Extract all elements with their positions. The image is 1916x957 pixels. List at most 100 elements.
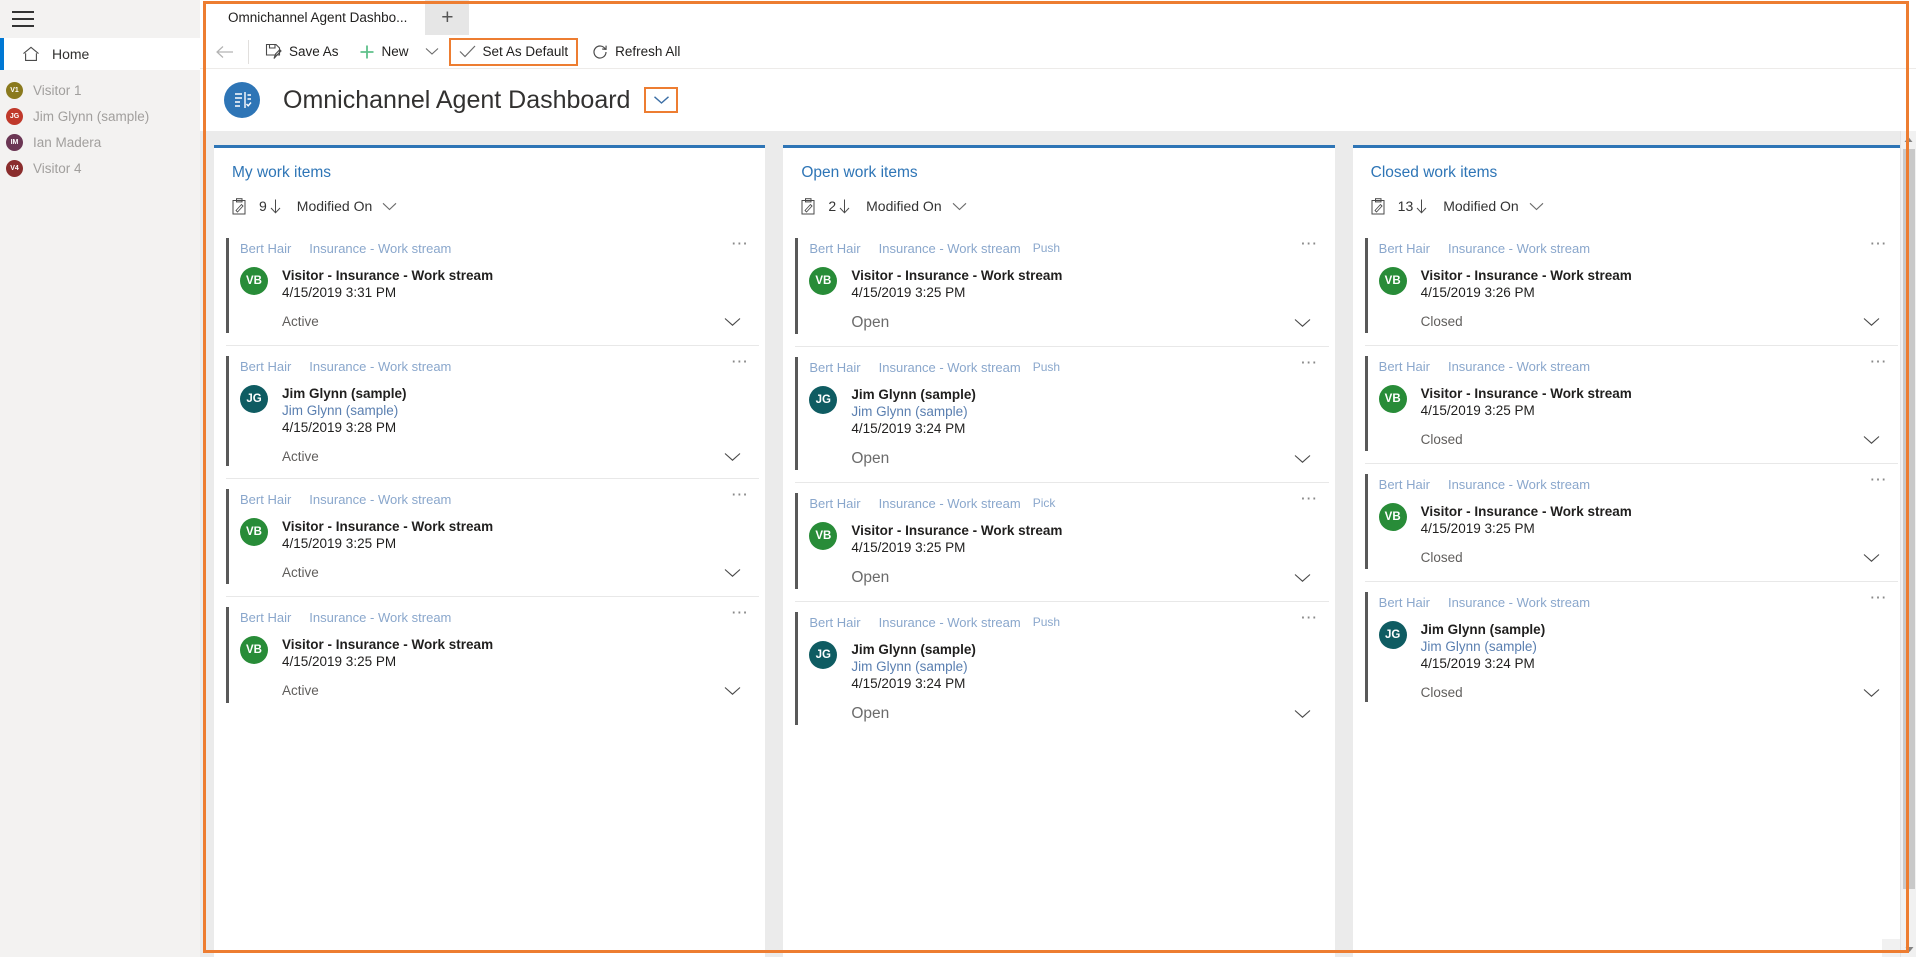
sort-field-label: Modified On bbox=[297, 198, 372, 214]
tab-omnichannel-agent-dashboard[interactable]: Omnichannel Agent Dashbo... bbox=[210, 0, 425, 35]
card-owner[interactable]: Bert Hair bbox=[1379, 477, 1430, 492]
card-subtitle[interactable]: Jim Glynn (sample) bbox=[282, 402, 407, 419]
sidebar-persona-item[interactable]: IMIan Madera bbox=[0, 129, 200, 155]
card-owner[interactable]: Bert Hair bbox=[809, 615, 860, 630]
card-body: JGJim Glynn (sample)Jim Glynn (sample)4/… bbox=[240, 385, 747, 436]
arrow-down-icon[interactable] bbox=[1416, 199, 1427, 214]
card-expand-chevron-icon[interactable] bbox=[724, 568, 747, 578]
card-workstream[interactable]: Insurance - Work stream bbox=[309, 359, 451, 374]
card-title: Visitor - Insurance - Work stream bbox=[282, 518, 493, 535]
card-workstream[interactable]: Insurance - Work stream bbox=[309, 610, 451, 625]
card-expand-chevron-icon[interactable] bbox=[1294, 709, 1317, 719]
scroll-up-arrow-icon[interactable] bbox=[1901, 131, 1916, 147]
scroll-down-arrow-icon[interactable] bbox=[1901, 941, 1916, 957]
vertical-scrollbar[interactable] bbox=[1900, 131, 1916, 957]
chevron-down-icon[interactable] bbox=[952, 202, 967, 211]
status-badge: Open bbox=[851, 314, 889, 332]
card-owner[interactable]: Bert Hair bbox=[240, 359, 291, 374]
card-more-options-icon[interactable]: ⋯ bbox=[731, 356, 750, 368]
card-subtitle[interactable]: Jim Glynn (sample) bbox=[851, 658, 976, 675]
arrow-down-icon[interactable] bbox=[839, 199, 850, 214]
card-more-options-icon[interactable]: ⋯ bbox=[1300, 493, 1319, 505]
sidebar-persona-item[interactable]: V4Visitor 4 bbox=[0, 155, 200, 181]
card-owner[interactable]: Bert Hair bbox=[809, 241, 860, 256]
work-item-card[interactable]: Bert HairInsurance - Work streamPush⋯JGJ… bbox=[795, 347, 1328, 483]
card-subtitle[interactable]: Jim Glynn (sample) bbox=[1421, 638, 1546, 655]
card-expand-chevron-icon[interactable] bbox=[1863, 435, 1886, 445]
dashboard-selector-button[interactable] bbox=[644, 87, 678, 113]
arrow-down-icon[interactable] bbox=[270, 199, 281, 214]
page-title: Omnichannel Agent Dashboard bbox=[283, 86, 630, 115]
back-button[interactable] bbox=[208, 35, 242, 69]
card-expand-chevron-icon[interactable] bbox=[724, 452, 747, 462]
set-as-default-button[interactable]: Set As Default bbox=[449, 38, 579, 66]
card-workstream[interactable]: Insurance - Work stream bbox=[1448, 359, 1590, 374]
work-item-card[interactable]: Bert HairInsurance - Work stream⋯JGJim G… bbox=[1365, 582, 1898, 714]
card-owner[interactable]: Bert Hair bbox=[809, 360, 860, 375]
sidebar-persona-item[interactable]: V1Visitor 1 bbox=[0, 77, 200, 103]
sidebar-item-home[interactable]: Home bbox=[0, 38, 200, 70]
card-header: Bert Hair Insurance - Work stream bbox=[1379, 476, 1886, 492]
work-item-card[interactable]: Bert HairInsurance - Work stream⋯VBVisit… bbox=[1365, 228, 1898, 346]
hamburger-icon[interactable] bbox=[12, 11, 34, 27]
card-more-options-icon[interactable]: ⋯ bbox=[731, 238, 750, 250]
card-expand-chevron-icon[interactable] bbox=[1294, 318, 1317, 328]
card-expand-chevron-icon[interactable] bbox=[1863, 553, 1886, 563]
card-workstream[interactable]: Insurance - Work stream bbox=[879, 241, 1021, 256]
card-expand-chevron-icon[interactable] bbox=[1863, 688, 1886, 698]
new-tab-button[interactable]: + bbox=[425, 0, 469, 35]
column-header: My work items9Modified On bbox=[214, 148, 765, 218]
application-window: Home V1Visitor 1JGJim Glynn (sample)IMIa… bbox=[0, 0, 1916, 957]
refresh-all-button[interactable]: Refresh All bbox=[582, 35, 690, 69]
card-more-options-icon[interactable]: ⋯ bbox=[1869, 356, 1888, 368]
card-expand-chevron-icon[interactable] bbox=[1294, 454, 1317, 464]
card-more-options-icon[interactable]: ⋯ bbox=[1300, 238, 1319, 250]
card-owner[interactable]: Bert Hair bbox=[240, 241, 291, 256]
work-item-card[interactable]: Bert HairInsurance - Work stream⋯VBVisit… bbox=[1365, 464, 1898, 582]
scrollbar-thumb[interactable] bbox=[1903, 149, 1915, 889]
card-timestamp: 4/15/2019 3:24 PM bbox=[851, 675, 976, 692]
card-more-options-icon[interactable]: ⋯ bbox=[731, 607, 750, 619]
card-workstream[interactable]: Insurance - Work stream bbox=[309, 241, 451, 256]
card-workstream[interactable]: Insurance - Work stream bbox=[879, 360, 1021, 375]
card-more-options-icon[interactable]: ⋯ bbox=[1869, 592, 1888, 604]
card-owner[interactable]: Bert Hair bbox=[809, 496, 860, 511]
card-owner[interactable]: Bert Hair bbox=[1379, 359, 1430, 374]
sidebar-persona-item[interactable]: JGJim Glynn (sample) bbox=[0, 103, 200, 129]
card-workstream[interactable]: Insurance - Work stream bbox=[309, 492, 451, 507]
work-item-card[interactable]: Bert HairInsurance - Work stream⋯VBVisit… bbox=[226, 597, 759, 715]
new-button[interactable]: New bbox=[349, 35, 419, 69]
work-item-card[interactable]: Bert HairInsurance - Work streamPick⋯VBV… bbox=[795, 483, 1328, 602]
card-expand-chevron-icon[interactable] bbox=[724, 317, 747, 327]
card-expand-chevron-icon[interactable] bbox=[724, 686, 747, 696]
work-item-card[interactable]: Bert HairInsurance - Work stream⋯VBVisit… bbox=[226, 228, 759, 346]
card-workstream[interactable]: Insurance - Work stream bbox=[1448, 477, 1590, 492]
card-header: Bert HairInsurance - Work streamPush bbox=[809, 614, 1316, 630]
card-more-options-icon[interactable]: ⋯ bbox=[1300, 612, 1319, 624]
work-item-card[interactable]: Bert HairInsurance - Work streamPush⋯JGJ… bbox=[795, 602, 1328, 737]
card-expand-chevron-icon[interactable] bbox=[1863, 317, 1886, 327]
work-item-card[interactable]: Bert HairInsurance - Work stream⋯VBVisit… bbox=[226, 479, 759, 597]
card-more-options-icon[interactable]: ⋯ bbox=[1869, 474, 1888, 486]
card-more-options-icon[interactable]: ⋯ bbox=[1869, 238, 1888, 250]
card-workstream[interactable]: Insurance - Work stream bbox=[1448, 241, 1590, 256]
card-more-options-icon[interactable]: ⋯ bbox=[731, 489, 750, 501]
work-item-card[interactable]: Bert HairInsurance - Work streamPush⋯VBV… bbox=[795, 228, 1328, 347]
card-subtitle[interactable]: Jim Glynn (sample) bbox=[851, 403, 976, 420]
work-item-card[interactable]: Bert Hair Insurance - Work stream ⋯ JGJim G… bbox=[226, 346, 759, 479]
card-expand-chevron-icon[interactable] bbox=[1294, 573, 1317, 583]
work-item-card[interactable]: Bert HairInsurance - Work stream⋯VBVisit… bbox=[1365, 346, 1898, 464]
card-more-options-icon[interactable]: ⋯ bbox=[1300, 357, 1319, 369]
card-workstream[interactable]: Insurance - Work stream bbox=[1448, 595, 1590, 610]
card-owner[interactable]: Bert Hair bbox=[1379, 241, 1430, 256]
save-as-button[interactable]: Save As bbox=[255, 35, 349, 69]
chevron-down-icon[interactable] bbox=[382, 202, 397, 211]
card-owner[interactable]: Bert Hair bbox=[240, 610, 291, 625]
card-owner[interactable]: Bert Hair bbox=[240, 492, 291, 507]
new-dropdown-button[interactable] bbox=[419, 35, 445, 69]
chevron-down-icon[interactable] bbox=[1529, 202, 1544, 211]
chevron-down-icon bbox=[425, 47, 439, 56]
card-workstream[interactable]: Insurance - Work stream bbox=[879, 615, 1021, 630]
card-workstream[interactable]: Insurance - Work stream bbox=[879, 496, 1021, 511]
card-owner[interactable]: Bert Hair bbox=[1379, 595, 1430, 610]
